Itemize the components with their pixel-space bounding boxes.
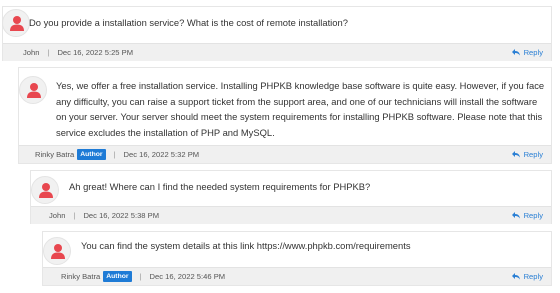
meta-separator: | — [139, 272, 142, 281]
meta-separator: | — [73, 211, 76, 220]
comment-meta: John | Dec 16, 2022 5:25 PM Reply — [3, 43, 551, 61]
author-badge: Author — [77, 149, 106, 160]
reply-label[interactable]: Reply — [524, 150, 543, 159]
comment: Yes, we offer a free installation servic… — [18, 67, 552, 164]
meta-separator: | — [47, 48, 50, 57]
comment-meta: Rinky Batra Author | Dec 16, 2022 5:46 P… — [43, 267, 551, 285]
comment-author: Rinky Batra — [61, 272, 101, 281]
comment-author: John — [23, 48, 40, 57]
comment: You can find the system details at this … — [42, 231, 552, 286]
comment-date: Dec 16, 2022 5:38 PM — [83, 211, 160, 220]
reply-label[interactable]: Reply — [524, 272, 543, 281]
user-icon — [27, 83, 41, 98]
comment-text: You can find the system details at this … — [81, 240, 411, 251]
reply-label[interactable]: Reply — [524, 48, 543, 57]
avatar — [31, 176, 59, 204]
author-badge: Author — [103, 271, 132, 282]
reply-button[interactable]: Reply — [511, 207, 543, 224]
comment-meta: Rinky Batra Author | Dec 16, 2022 5:32 P… — [19, 145, 551, 163]
reply-arrow-icon — [511, 151, 520, 158]
meta-separator: | — [113, 150, 116, 159]
avatar — [2, 9, 30, 37]
reply-arrow-icon — [511, 212, 520, 219]
avatar — [19, 76, 47, 104]
comment: Ah great! Where can I find the needed sy… — [30, 170, 552, 224]
reply-button[interactable]: Reply — [511, 268, 543, 285]
avatar — [43, 237, 71, 265]
reply-button[interactable]: Reply — [511, 146, 543, 163]
user-icon — [51, 244, 65, 259]
comment-text: Ah great! Where can I find the needed sy… — [69, 181, 371, 192]
user-icon — [39, 183, 53, 198]
comment-author: John — [49, 211, 66, 220]
comment-text: Yes, we offer a free installation servic… — [56, 80, 545, 138]
reply-arrow-icon — [511, 273, 520, 280]
comment: Do you provide a installation service? W… — [2, 6, 552, 61]
comment-date: Dec 16, 2022 5:25 PM — [57, 48, 134, 57]
reply-button[interactable]: Reply — [511, 44, 543, 61]
comment-meta: John | Dec 16, 2022 5:38 PM Reply — [31, 206, 551, 224]
comment-author: Rinky Batra — [35, 150, 75, 159]
comment-date: Dec 16, 2022 5:46 PM — [149, 272, 226, 281]
comment-text: Do you provide a installation service? W… — [29, 17, 348, 28]
user-icon — [10, 16, 24, 31]
reply-arrow-icon — [511, 49, 520, 56]
reply-label[interactable]: Reply — [524, 211, 543, 220]
comment-date: Dec 16, 2022 5:32 PM — [123, 150, 200, 159]
